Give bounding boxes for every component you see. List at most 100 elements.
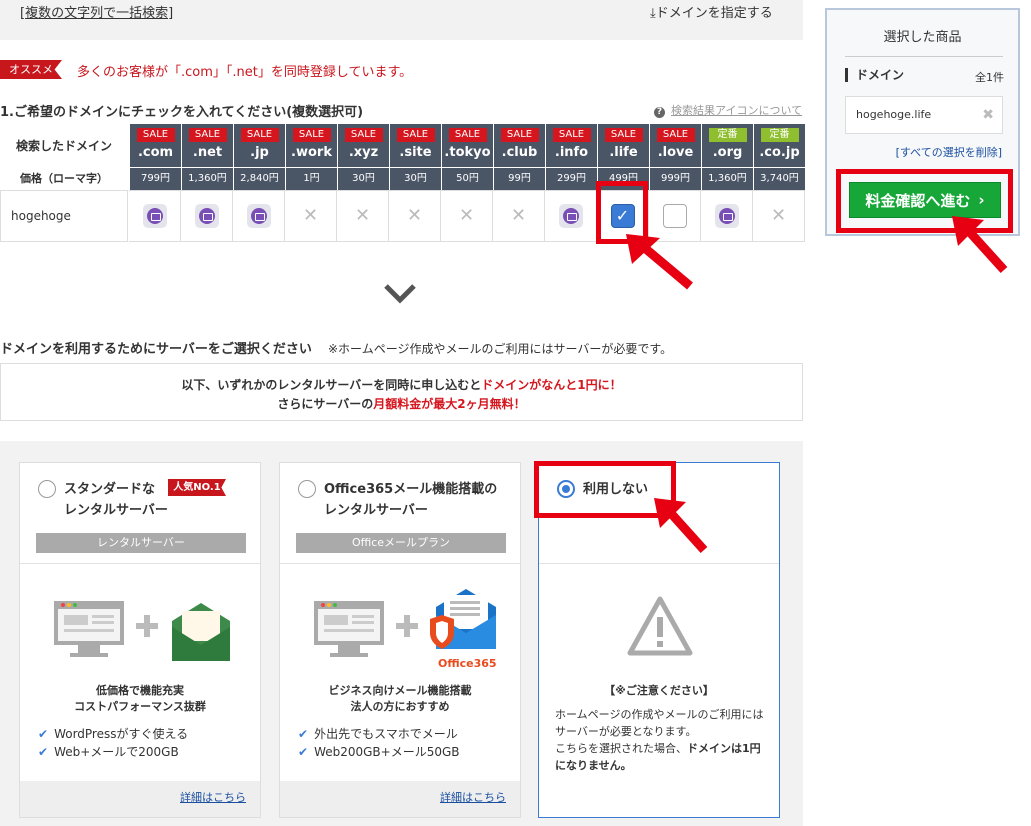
server-card-standard[interactable]: スタンダードな レンタルサーバー 人気NO.1 レンタルサーバー 低価格で機能充実… bbox=[19, 462, 261, 818]
server-section-note: ※ホームページ作成やメールのご利用にはサーバーが必要です。 bbox=[328, 342, 673, 356]
tld-price: 1円 bbox=[285, 167, 337, 190]
tld-label: .love bbox=[657, 145, 694, 160]
tag-badge: 定番 bbox=[760, 128, 799, 142]
panel-domain-tag: ドメイン bbox=[845, 68, 904, 82]
tld-label: .org bbox=[712, 145, 743, 160]
tld-price: 30円 bbox=[389, 167, 441, 190]
question-icon: ? bbox=[654, 107, 665, 118]
bullet-item: ✔ 外出先でもスマホでメール bbox=[298, 725, 458, 742]
card-title-line2: レンタルサーバー bbox=[324, 503, 428, 518]
tld-label: .club bbox=[501, 145, 538, 160]
tld-label: .com bbox=[137, 145, 174, 160]
check-icon: ✔ bbox=[38, 727, 49, 741]
warning-text: ホームページの作成やメールのご利用にはサーバーが必要となります。 こちらを選択され… bbox=[555, 706, 770, 774]
mail-dot bbox=[718, 208, 735, 224]
mail-icon[interactable] bbox=[714, 204, 739, 228]
tag-badge: SALE bbox=[500, 128, 539, 142]
tld-label: .xyz bbox=[348, 145, 379, 160]
warning-line1: ホームページの作成やメールのご利用にはサーバーが必要となります。 bbox=[555, 708, 764, 738]
monitor-mail-illustration bbox=[54, 601, 230, 661]
tld-price: 799円 bbox=[129, 167, 181, 190]
mail-icon[interactable] bbox=[246, 204, 271, 228]
mail-icon[interactable] bbox=[194, 204, 219, 228]
card-title-line1: Office365メール機能搭載の bbox=[324, 482, 498, 497]
tld-label: .net bbox=[192, 145, 223, 160]
bullet-item: ✔ Web+メールで200GB bbox=[38, 743, 179, 760]
tag-badge: SALE bbox=[396, 128, 435, 142]
tag-badge: SALE bbox=[188, 128, 227, 142]
pointer-arrow-icon bbox=[952, 216, 1008, 274]
mail-icon[interactable] bbox=[142, 204, 167, 228]
feature-line1: ビジネス向けメール機能搭載 bbox=[328, 684, 472, 697]
feature-line2: コストパフォーマンス抜群 bbox=[74, 700, 206, 713]
tld-label: .co.jp bbox=[759, 145, 800, 160]
warning-icon bbox=[627, 596, 693, 656]
bulk-search-link[interactable]: [複数の文字列で一括検索] bbox=[20, 2, 173, 21]
card-features: ビジネス向けメール機能搭載 法人の方におすすめ bbox=[280, 683, 520, 715]
detail-link[interactable]: 詳細はこちら bbox=[440, 789, 506, 805]
card-title: スタンダードな レンタルサーバー bbox=[64, 479, 168, 521]
panel-count: 全1件 bbox=[975, 71, 1004, 84]
tld-header: SALE .site bbox=[389, 124, 441, 167]
mail-icon[interactable] bbox=[558, 204, 583, 228]
bullet-text: 外出先でもスマホでメール bbox=[314, 727, 458, 741]
bullet-item: ✔ Web200GB+メール50GB bbox=[298, 743, 460, 760]
tld-header: SALE .work bbox=[285, 124, 337, 167]
card-title-line2: レンタルサーバー bbox=[64, 503, 168, 518]
divider bbox=[20, 563, 260, 564]
divider bbox=[845, 56, 1003, 57]
mail-dot bbox=[198, 208, 215, 224]
detail-link[interactable]: 詳細はこちら bbox=[180, 789, 246, 805]
tld-header: 定番 .co.jp bbox=[753, 124, 805, 167]
unavailable-icon: ✕ bbox=[510, 205, 527, 226]
tld-header: SALE .love bbox=[649, 124, 701, 167]
availability-cell: ✕ bbox=[493, 190, 545, 242]
recommend-badge: オススメ bbox=[0, 60, 62, 79]
tld-price: 1,360円 bbox=[181, 167, 233, 190]
warning-heading: 【※ご注意ください】 bbox=[604, 684, 714, 697]
remove-icon[interactable]: ✖ bbox=[982, 97, 994, 133]
unavailable-icon: ✕ bbox=[458, 205, 475, 226]
tag-badge: SALE bbox=[552, 128, 591, 142]
selected-domain-item: hogehoge.life ✖ bbox=[845, 96, 1003, 134]
tld-label: .life bbox=[609, 145, 638, 160]
radio-office365[interactable] bbox=[298, 480, 316, 498]
specify-domain-link[interactable]: ⤓ドメインを指定する bbox=[650, 2, 773, 21]
tld-header: SALE .info bbox=[545, 124, 597, 167]
tld-label: .work bbox=[291, 145, 332, 160]
tld-header: SALE .net bbox=[181, 124, 233, 167]
radio-standard[interactable] bbox=[38, 480, 56, 498]
feature-line1: 低価格で機能充実 bbox=[96, 684, 184, 697]
tag-badge: SALE bbox=[604, 128, 643, 142]
divider bbox=[539, 563, 779, 564]
availability-cell bbox=[545, 190, 597, 242]
tld-price: 2,840円 bbox=[233, 167, 285, 190]
plan-label: Officeメールプラン bbox=[296, 533, 506, 553]
tld-price: 1,360円 bbox=[701, 167, 753, 190]
bullet-text: WordPressがすぐ使える bbox=[54, 727, 189, 741]
check-icon: ✔ bbox=[298, 745, 309, 759]
mail-dot bbox=[562, 208, 579, 224]
tld-price: 3,740円 bbox=[753, 167, 805, 190]
availability-cell: ✕ bbox=[285, 190, 337, 242]
check-icon: ✔ bbox=[38, 745, 49, 759]
mail-dot bbox=[250, 208, 267, 224]
card-title-line1: スタンダードな bbox=[64, 482, 156, 497]
tld-header: SALE .life bbox=[597, 124, 649, 167]
availability-cell bbox=[233, 190, 285, 242]
availability-cell: ✕ bbox=[441, 190, 493, 242]
plan-label: レンタルサーバー bbox=[36, 533, 246, 553]
server-card-office365[interactable]: Office365メール機能搭載の レンタルサーバー Officeメールプラン O… bbox=[279, 462, 521, 818]
icon-help-link[interactable]: ? 検索結果アイコンについて bbox=[654, 102, 802, 118]
searched-domain-header: 検索したドメイン bbox=[15, 139, 112, 153]
tld-header: SALE .xyz bbox=[337, 124, 389, 167]
searched-domain-name: hogehoge bbox=[0, 190, 128, 242]
unavailable-icon: ✕ bbox=[406, 205, 423, 226]
promo-box: 以下、いずれかのレンタルサーバーを同時に申し込むとドメインがなんと1円に！ さら… bbox=[0, 363, 803, 421]
tld-price: 299円 bbox=[545, 167, 597, 190]
pointer-arrow-icon bbox=[654, 498, 708, 554]
clear-all-link[interactable]: [すべての選択を削除] bbox=[896, 144, 1002, 160]
checkbox-unchecked[interactable] bbox=[662, 204, 687, 228]
icon-help-label: 検索結果アイコンについて bbox=[671, 104, 803, 117]
card-features: 低価格で機能充実コストパフォーマンス抜群 bbox=[20, 683, 260, 715]
